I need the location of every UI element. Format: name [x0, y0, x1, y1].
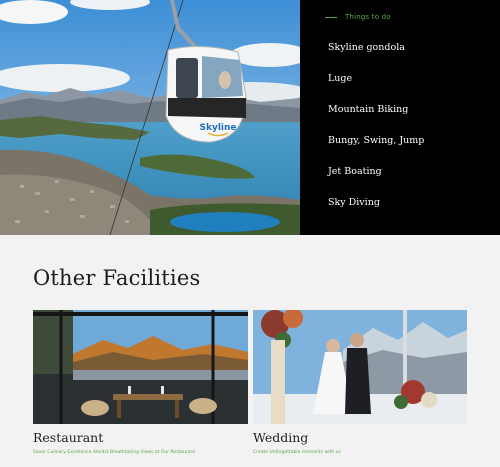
activity-link-luge[interactable]: Luge [328, 71, 424, 102]
facility-card-restaurant[interactable]: Restaurant Savor Culinary Excellence Ami… [33, 310, 248, 455]
restaurant-photo [33, 310, 248, 424]
activity-link-skyline-gondola[interactable]: Skyline gondola [328, 40, 424, 71]
things-to-do-panel: Things to do Skyline gondola Luge Mounta… [300, 0, 500, 235]
gondola-over-lake-photo: Skyline [0, 0, 300, 235]
activity-link-bungy-swing-jump[interactable]: Bungy, Swing, Jump [328, 133, 424, 164]
facility-card-wedding[interactable]: Wedding Create Unforgettable moments wit… [253, 310, 467, 455]
hero-section: Skyline Things to do Skyline gondola Lug… [0, 0, 500, 235]
activity-list: Skyline gondola Luge Mountain Biking Bun… [328, 40, 424, 226]
gondola-logo-text: Skyline [199, 123, 236, 133]
panel-heading-label: Things to do [345, 13, 391, 21]
activity-link-jet-boating[interactable]: Jet Boating [328, 164, 424, 195]
accent-rule [325, 16, 337, 18]
card-description-restaurant: Savor Culinary Excellence Amidst Breatht… [33, 450, 196, 455]
card-description-wedding: Create Unforgettable moments with us [253, 450, 341, 455]
wedding-photo [253, 310, 467, 424]
activity-link-mountain-biking[interactable]: Mountain Biking [328, 102, 424, 133]
activity-link-sky-diving[interactable]: Sky Diving [328, 195, 424, 226]
card-title-restaurant: Restaurant [33, 430, 104, 445]
card-title-wedding: Wedding [253, 430, 309, 445]
panel-heading: Things to do [325, 13, 391, 21]
section-title: Other Facilities [33, 266, 201, 290]
